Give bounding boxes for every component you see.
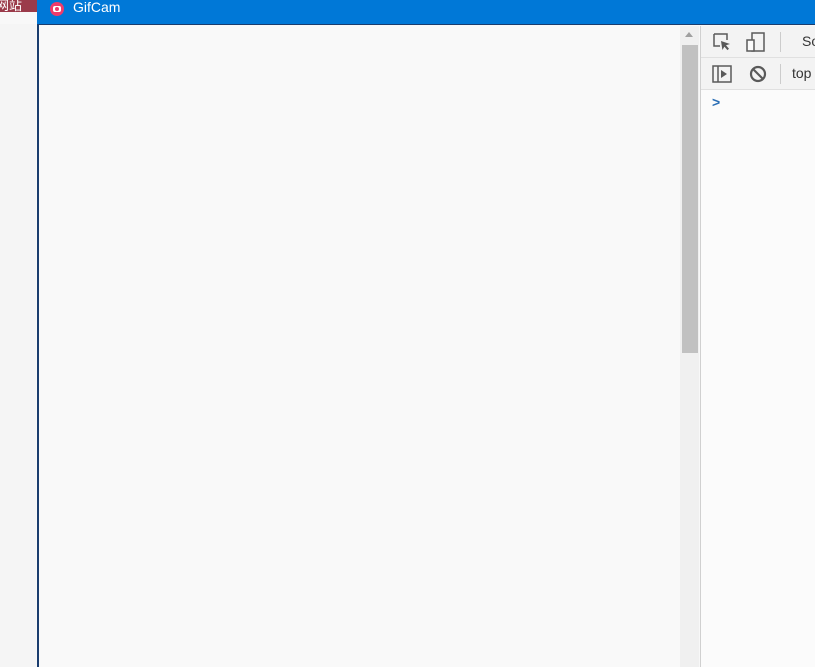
- devtools-panel: So top >: [700, 26, 815, 667]
- device-toolbar-icon[interactable]: [746, 32, 766, 52]
- background-browser-tab[interactable]: 网站: [0, 0, 37, 12]
- devtools-main-toolbar: So: [701, 26, 815, 58]
- show-sidebar-icon[interactable]: [712, 64, 732, 84]
- toolbar-separator: [780, 32, 781, 52]
- sources-tab-partial[interactable]: So: [802, 33, 815, 49]
- console-toolbar: top: [701, 58, 815, 90]
- page-scrollbar[interactable]: [680, 26, 699, 667]
- gifcam-icon: [50, 2, 64, 16]
- inspect-element-icon[interactable]: [712, 32, 732, 52]
- background-tab-label: 网站: [0, 0, 23, 12]
- scroll-up-arrow-icon[interactable]: [685, 32, 693, 37]
- browser-page-viewport[interactable]: [39, 26, 680, 667]
- background-window-area: [0, 24, 36, 667]
- gifcam-titlebar[interactable]: GifCam: [37, 0, 815, 24]
- console-prompt[interactable]: >: [712, 94, 720, 110]
- scrollbar-thumb[interactable]: [682, 45, 698, 353]
- window-title: GifCam: [73, 0, 121, 15]
- toolbar-separator: [780, 64, 781, 84]
- execution-context-selector[interactable]: top: [792, 65, 811, 81]
- clear-console-icon[interactable]: [748, 64, 768, 84]
